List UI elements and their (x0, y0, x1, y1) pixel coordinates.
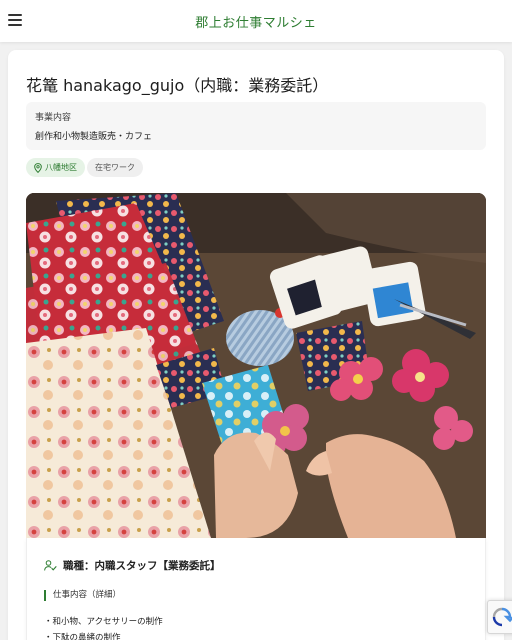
work-style-tag: 在宅ワーク (87, 158, 143, 177)
job-type-label: 職種：内職スタッフ【業務委託】 (63, 560, 221, 572)
job-detail-heading: 仕事内容（詳細） (44, 590, 121, 601)
area-tag: 八幡地区 (26, 158, 85, 177)
recaptcha-badge[interactable] (487, 600, 512, 634)
crafts-photo-illustration (26, 193, 486, 538)
listing-card: 花篭 hanakago_gujo（内職：業務委託） 事業内容 創作和小物製造販売… (8, 50, 504, 640)
person-check-icon (44, 560, 57, 571)
listing-photo (26, 193, 486, 538)
recaptcha-icon (492, 607, 512, 627)
list-item: ・和小物、アクセサリーの制作 (44, 617, 163, 627)
location-pin-icon (34, 162, 42, 173)
job-detail-list: ・和小物、アクセサリーの制作 ・下駄の鼻緒の制作 (44, 614, 163, 640)
top-app-bar: 郡上お仕事マルシェ (0, 0, 512, 42)
job-type-heading: 職種：内職スタッフ【業務委託】 (44, 558, 221, 573)
area-tag-label: 八幡地区 (45, 163, 77, 172)
list-item: ・下駄の鼻緒の制作 (44, 633, 121, 640)
business-label: 事業内容 (35, 113, 72, 123)
business-info-box: 事業内容 創作和小物製造販売・カフェ (26, 102, 486, 150)
page-title: 花篭 hanakago_gujo（内職：業務委託） (26, 76, 329, 95)
business-value: 創作和小物製造販売・カフェ (35, 132, 153, 142)
job-details-section: 職種：内職スタッフ【業務委託】 仕事内容（詳細） ・和小物、アクセサリーの制作 … (26, 538, 486, 640)
site-title[interactable]: 郡上お仕事マルシェ (0, 12, 512, 31)
